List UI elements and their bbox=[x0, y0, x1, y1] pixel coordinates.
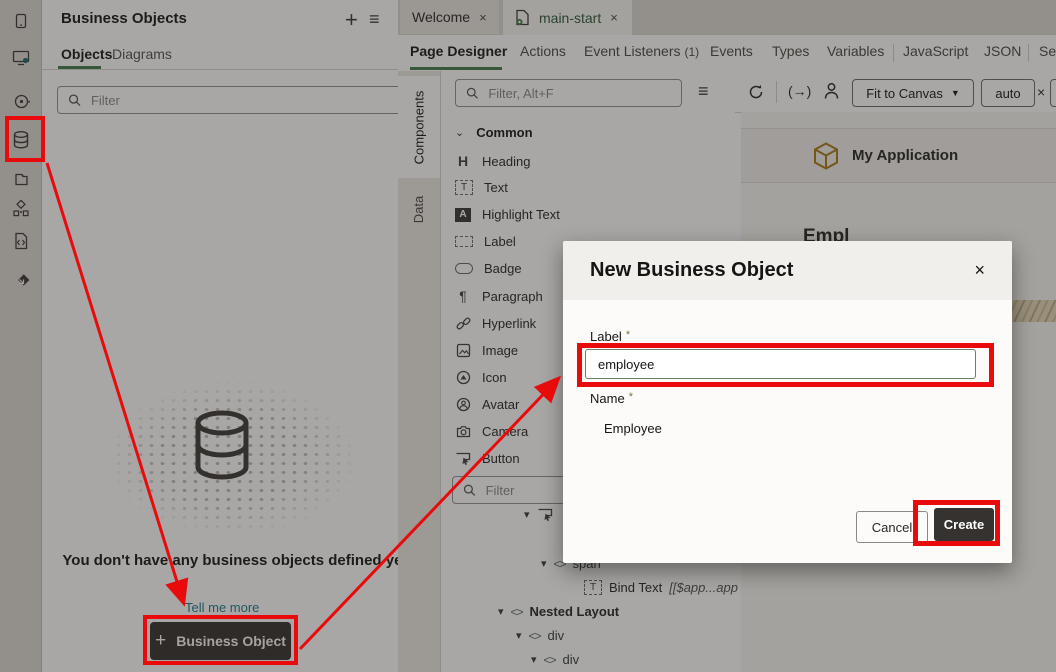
dialog-header: New Business Object × bbox=[563, 241, 1012, 300]
label-field-label: Label* bbox=[590, 329, 630, 344]
dialog-title: New Business Object bbox=[590, 259, 793, 282]
close-icon[interactable]: × bbox=[974, 260, 985, 281]
name-field-label: Name* bbox=[590, 391, 633, 406]
cancel-button[interactable]: Cancel bbox=[856, 511, 928, 543]
new-business-object-dialog: New Business Object × Label* Name* Emplo… bbox=[563, 241, 1012, 563]
vbcs-window: Business Objects + ≡ Objects Diagrams Yo… bbox=[0, 0, 1056, 672]
label-field-input[interactable] bbox=[585, 349, 976, 379]
create-button[interactable]: Create bbox=[934, 508, 994, 541]
required-asterisk: * bbox=[629, 391, 633, 403]
name-field-value: Employee bbox=[604, 421, 662, 436]
required-asterisk: * bbox=[626, 329, 630, 341]
